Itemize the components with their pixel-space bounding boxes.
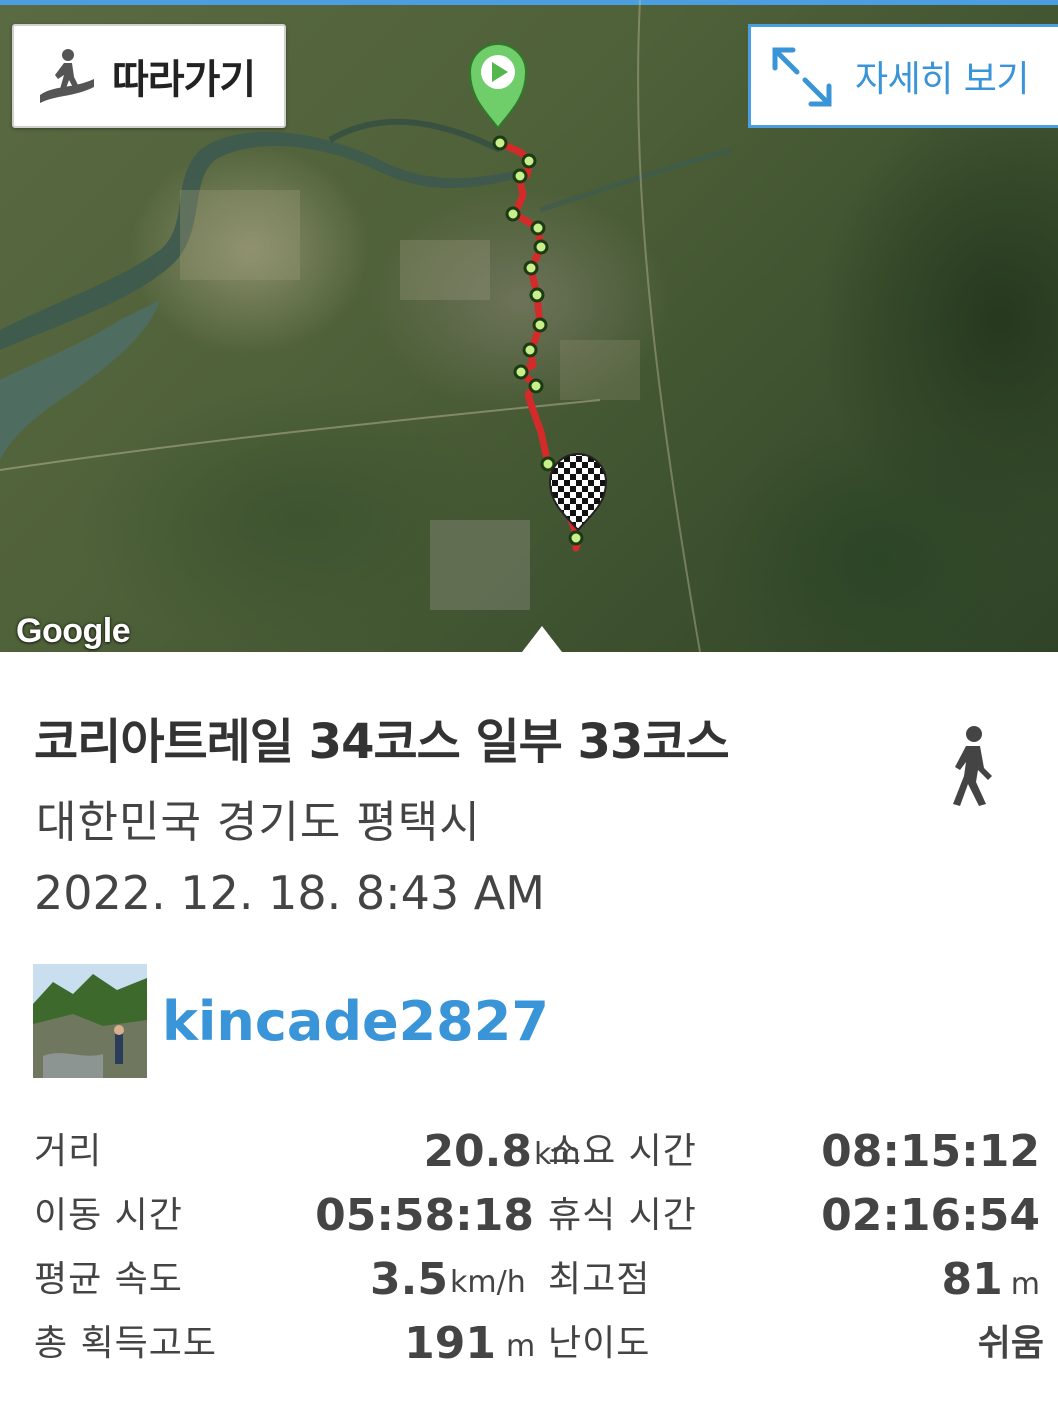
stat-value: 81 m [942,1250,1040,1315]
stat-value: 3.5 [370,1254,448,1305]
view-details-button[interactable]: 자세히 보기 [748,24,1058,128]
stat-value: 02:16:54 [821,1190,1040,1241]
view-details-label: 자세히 보기 [855,59,1030,100]
stat-unit: km/h [450,1265,526,1300]
stat-label: 이동 시간 [34,1195,183,1236]
stat-unit: m [506,1329,536,1364]
stat-label: 최고점 [548,1259,651,1300]
avatar-photo [33,964,147,1078]
stat-value-number: 81 [941,1254,1003,1305]
stat-row: 평균 속도 3.5 km/h 최고점 81 m [0,1250,1058,1310]
follow-button-label: 따라가기 [112,57,256,103]
stat-row: 거리 20.8 km 소요 시간 08:15:12 [0,1122,1058,1182]
trail-title: 코리아트레일 34코스 일부 33코스 [34,714,730,770]
stat-label: 총 획득고도 [34,1323,218,1364]
stat-label: 난이도 [548,1323,651,1364]
stat-value: 20.8 [423,1126,532,1177]
stat-unit: m [1010,1267,1040,1302]
user-avatar[interactable] [33,964,147,1078]
trail-location: 대한민국 경기도 평택시 [36,797,481,848]
map-callout-pointer [522,626,562,652]
google-logo: Google [16,612,131,650]
hiker-path-icon [40,49,94,103]
stat-label: 휴식 시간 [548,1195,697,1236]
stat-row: 이동 시간 05:58:18 휴식 시간 02:16:54 [0,1186,1058,1246]
stat-value: 191 [404,1318,496,1369]
finish-flag-icon[interactable] [548,453,608,532]
username-link[interactable]: kincade2827 [162,990,549,1053]
start-pin-icon[interactable] [468,43,528,130]
trail-datetime: 2022. 12. 18. 8:43 AM [34,866,545,920]
difficulty-value: 쉬움 [977,1323,1044,1364]
walking-person-icon [953,726,992,806]
map-view[interactable]: 따라가기 자세히 보기 Google [0,0,1058,652]
stat-row: 총 획득고도 191 m 난이도 쉬움 [0,1314,1058,1374]
expand-arrows-icon [772,47,832,107]
stat-label: 소요 시간 [548,1131,697,1172]
stat-label: 평균 속도 [34,1259,183,1300]
stat-value: 08:15:12 [821,1126,1040,1177]
trail-info-panel: 코리아트레일 34코스 일부 33코스 대한민국 경기도 평택시 2022. 1… [0,652,1058,1402]
stat-value: 05:58:18 [315,1190,534,1241]
stat-label: 거리 [34,1131,103,1172]
follow-button[interactable]: 따라가기 [12,24,286,128]
